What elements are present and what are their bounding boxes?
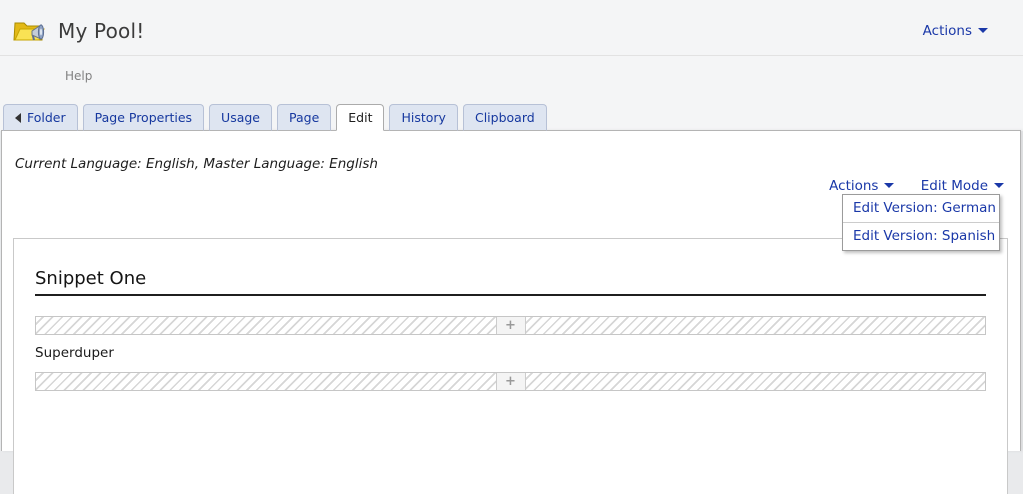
tab-label: Edit [348,110,372,125]
menu-item-edit-version-spanish[interactable]: Edit Version: Spanish [843,222,999,250]
tab-history[interactable]: History [389,104,457,131]
tab-bar: Folder Page Properties Usage Page Edit H… [0,88,1023,131]
tab-clipboard[interactable]: Clipboard [463,104,547,131]
page-title: My Pool! [58,19,923,43]
chevron-down-icon [884,183,894,188]
language-status: Current Language: English, Master Langua… [2,131,1020,172]
editor-actions-label: Actions [829,178,878,194]
chevron-left-icon [15,113,21,123]
tab-label: Page Properties [95,110,192,125]
edit-mode-menu[interactable]: Edit Mode [921,178,1004,194]
document-editor: Snippet One + Superduper + [13,238,1008,494]
add-block-bar: + [35,372,986,391]
tab-page[interactable]: Page [277,104,331,131]
content-panel: Current Language: English, Master Langua… [1,130,1021,451]
menu-item-edit-version-german[interactable]: Edit Version: German [843,195,999,222]
add-block-button[interactable]: + [496,373,526,390]
tab-page-properties[interactable]: Page Properties [83,104,204,131]
announcement-folder-icon [12,16,46,46]
document-heading: Snippet One [35,268,986,296]
header-actions-label: Actions [923,23,972,39]
edit-mode-label: Edit Mode [921,178,988,194]
content-block-text: Superduper [35,345,986,361]
slot-stripes [36,317,496,334]
tab-label: Page [289,110,319,125]
slot-stripes [526,373,986,390]
actions-dropdown: Edit Version: German Edit Version: Spani… [842,194,1000,251]
tab-label: Usage [221,110,260,125]
header-title-row: My Pool! Actions [0,0,1023,56]
tab-usage[interactable]: Usage [209,104,272,131]
tab-label: History [401,110,445,125]
add-block-bar: + [35,316,986,335]
tab-label: Folder [27,110,66,125]
editor-toolbar-links: Actions Edit Mode [807,178,1004,194]
slot-stripes [36,373,496,390]
header-actions-menu[interactable]: Actions [923,23,988,39]
header: My Pool! Actions Help Folder Page Proper… [0,0,1023,131]
chevron-down-icon [978,28,988,33]
add-block-button[interactable]: + [496,317,526,334]
slot-stripes [526,317,986,334]
help-link[interactable]: Help [65,69,92,83]
editor-actions-menu[interactable]: Actions [829,178,894,194]
tab-folder-back[interactable]: Folder [3,104,78,131]
chevron-down-icon [994,183,1004,188]
tab-label: Clipboard [475,110,535,125]
tab-edit[interactable]: Edit [336,104,384,131]
header-sub-row: Help [0,56,1023,88]
